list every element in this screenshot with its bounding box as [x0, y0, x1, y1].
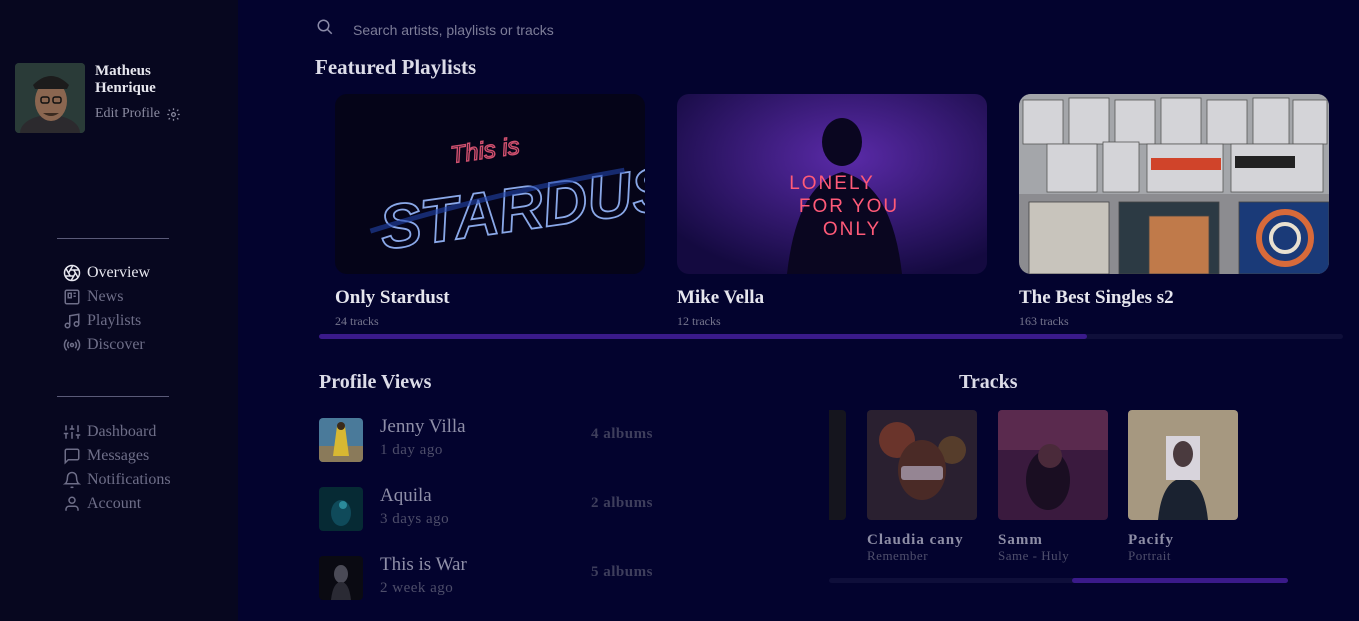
track-title: Samm: [998, 532, 1043, 548]
bell-icon: [63, 471, 81, 489]
cover-text-line: FOR YOU: [799, 196, 899, 217]
cover-text-line: LONELY: [789, 173, 875, 194]
track-subtitle: Portrait: [1128, 548, 1171, 563]
nav-label: News: [87, 288, 124, 305]
track-card[interactable]: Samm Same - Huly: [998, 410, 1108, 562]
profile-view-avatar: [319, 418, 363, 462]
nav-label: Notifications: [87, 471, 171, 488]
tracks-scrollbar-thumb[interactable]: [1072, 578, 1288, 583]
tracks-scrollbar[interactable]: [829, 578, 1288, 583]
track-subtitle: Remember: [867, 548, 929, 563]
aperture-icon: [63, 264, 81, 282]
edit-profile-link[interactable]: Edit Profile: [95, 106, 181, 122]
playlist-name: The Best Singles s2: [1019, 287, 1174, 308]
sidebar: Matheus Henrique Edit Profile Overview N…: [0, 0, 238, 621]
nav-item-account[interactable]: Account: [63, 492, 171, 516]
nav-divider: [57, 238, 169, 239]
news-icon: [64, 289, 80, 305]
tracks-title: Tracks: [959, 371, 1018, 393]
nav-item-overview[interactable]: Overview: [63, 261, 150, 285]
nav-item-notifications[interactable]: Notifications: [63, 468, 171, 492]
track-art: [867, 410, 977, 520]
playlist-card[interactable]: This is STARDUST Only Stardust 24 tracks: [335, 94, 645, 329]
nav-item-discover[interactable]: Discover: [63, 333, 150, 357]
nav-item-playlists[interactable]: Playlists: [63, 309, 150, 333]
track-title: Pacify: [1128, 532, 1174, 548]
avatar[interactable]: [15, 63, 85, 133]
playlist-track-count: 12 tracks: [677, 314, 721, 328]
track-title: Claudia cany: [867, 532, 964, 548]
profile-view-row[interactable]: Jenny Villa 1 day ago 4 albums: [319, 416, 679, 466]
playlist-cover: This is STARDUST: [335, 94, 645, 274]
track-card-partial[interactable]: [829, 410, 846, 520]
user-icon: [65, 496, 79, 511]
playlist-track-count: 24 tracks: [335, 314, 379, 328]
profile-view-albums: 5 albums: [591, 564, 653, 580]
broadcast-icon: [63, 339, 81, 351]
track-art: [829, 410, 846, 520]
gear-icon: [167, 107, 180, 121]
nav-label: Dashboard: [87, 423, 157, 440]
nav-item-messages[interactable]: Messages: [63, 444, 171, 468]
tracks-carousel[interactable]: Claudia cany Remember Samm Same - Huly P…: [829, 410, 1289, 575]
nav-divider: [57, 396, 169, 397]
profile-view-avatar: [319, 487, 363, 531]
playlist-track-count: 163 tracks: [1019, 314, 1069, 328]
profile-view-avatar: [319, 556, 363, 600]
sliders-icon: [63, 425, 81, 439]
message-icon: [64, 448, 80, 465]
search-icon[interactable]: [316, 18, 334, 36]
secondary-nav: Dashboard Messages Notifications Account: [63, 420, 171, 516]
cover-text-line: ONLY: [823, 219, 881, 240]
playlist-cover: LONELY FOR YOU ONLY: [677, 94, 987, 274]
playlist-name: Mike Vella: [677, 287, 765, 308]
playlist-card[interactable]: The Best Singles s2 163 tracks: [1019, 94, 1329, 329]
track-card[interactable]: Claudia cany Remember: [867, 410, 977, 562]
profile-views-title: Profile Views: [319, 371, 432, 393]
nav-label: Playlists: [87, 312, 142, 329]
profile-view-time: 3 days ago: [380, 511, 450, 527]
track-art: [1128, 410, 1238, 520]
profile-view-row[interactable]: This is War 2 week ago 5 albums: [319, 554, 679, 604]
nav-item-dashboard[interactable]: Dashboard: [63, 420, 171, 444]
profile-view-name: Jenny Villa: [380, 416, 466, 437]
profile-view-time: 2 week ago: [380, 580, 454, 596]
profile-view-name: Aquila: [380, 485, 432, 506]
playlist-card[interactable]: LONELY FOR YOU ONLY Mike Vella 12 tracks: [677, 94, 987, 329]
profile-view-time: 1 day ago: [380, 442, 443, 458]
primary-nav: Overview News Playlists Discover: [63, 261, 150, 357]
track-card[interactable]: Pacify Portrait: [1128, 410, 1238, 562]
playlist-name: Only Stardust: [335, 287, 450, 308]
profile-view-albums: 4 albums: [591, 426, 653, 442]
profile-view-name: This is War: [380, 554, 467, 575]
nav-item-news[interactable]: News: [63, 285, 150, 309]
featured-scrollbar[interactable]: [319, 334, 1343, 339]
nav-label: Messages: [87, 447, 150, 464]
music-note-icon: [64, 313, 80, 329]
nav-label: Discover: [87, 336, 145, 353]
user-name: Matheus Henrique: [95, 63, 156, 96]
playlist-cover: [1019, 94, 1329, 274]
nav-label: Account: [87, 495, 142, 512]
edit-profile-label: Edit Profile: [95, 106, 160, 121]
featured-playlists-title: Featured Playlists: [315, 55, 477, 79]
track-art: [998, 410, 1108, 520]
profile-view-row[interactable]: Aquila 3 days ago 2 albums: [319, 485, 679, 535]
featured-scrollbar-thumb[interactable]: [319, 334, 1087, 339]
track-subtitle: Same - Huly: [998, 548, 1070, 563]
profile-view-albums: 2 albums: [591, 495, 653, 511]
search-input[interactable]: [353, 20, 753, 40]
nav-label: Overview: [87, 264, 151, 281]
